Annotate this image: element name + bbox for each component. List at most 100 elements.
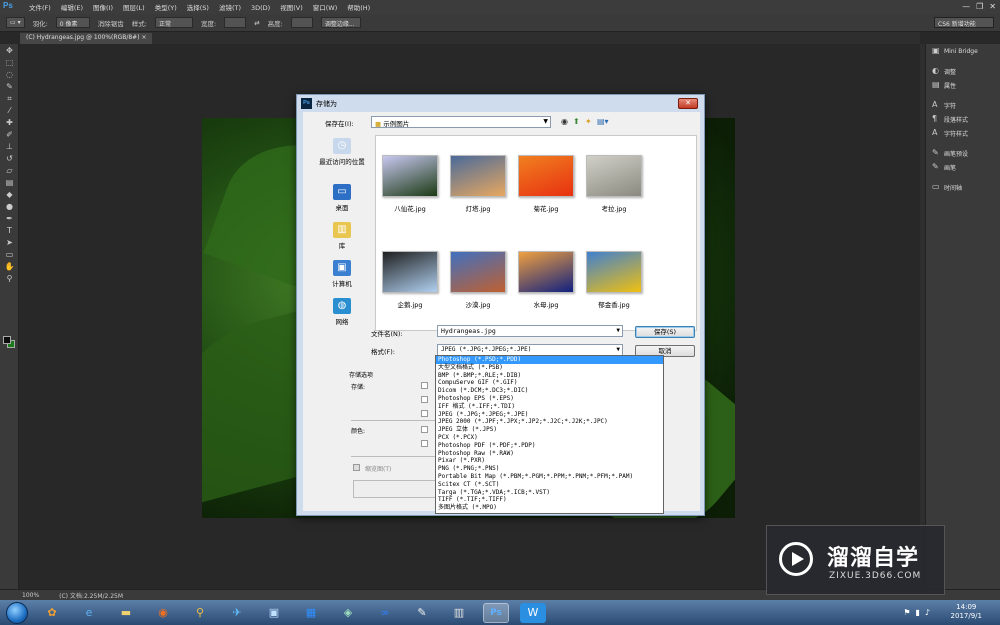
places-item[interactable]: ◍ 网络 xyxy=(311,298,373,326)
format-option[interactable]: CompuServe GIF (*.GIF) xyxy=(436,379,663,387)
menu-item[interactable]: 编辑(E) xyxy=(61,4,83,12)
file-thumbnail[interactable]: 菊花.jpg xyxy=(516,155,576,213)
new-folder-icon[interactable]: ✦ xyxy=(585,117,592,126)
hand-tool-icon[interactable]: ✋ xyxy=(2,261,17,272)
panel-item[interactable]: ✎ 画笔 xyxy=(926,160,1000,174)
zoom-tool-icon[interactable]: ⚲ xyxy=(2,273,17,284)
taskbar-clock[interactable]: 14:09 2017/9/1 xyxy=(951,603,982,621)
minimize-button[interactable]: — xyxy=(962,2,970,11)
move-tool-icon[interactable]: ✥ xyxy=(2,45,17,56)
places-item[interactable]: ▣ 计算机 xyxy=(311,260,373,288)
format-option[interactable]: Photoshop PDF (*.PDF;*.PDP) xyxy=(436,442,663,450)
places-item[interactable]: ▥ 库 xyxy=(311,222,373,250)
eraser-tool-icon[interactable]: ▱ xyxy=(2,165,17,176)
dodge-tool-icon[interactable]: ● xyxy=(2,201,17,212)
format-option[interactable]: TIFF (*.TIF;*.TIFF) xyxy=(436,496,663,504)
marquee-tool-icon[interactable]: ⬚ xyxy=(2,57,17,68)
file-thumbnail[interactable]: 八仙花.jpg xyxy=(380,155,440,213)
store-checkbox-1[interactable] xyxy=(421,382,428,389)
color-checkbox-2[interactable] xyxy=(421,440,428,447)
format-option[interactable]: Scitex CT (*.SCT) xyxy=(436,481,663,489)
format-option[interactable]: JPEG 立体 (*.JPS) xyxy=(436,426,663,434)
panel-item[interactable]: A 字符样式 xyxy=(926,126,1000,140)
clone-stamp-icon[interactable]: ⊥ xyxy=(2,141,17,152)
gradient-tool-icon[interactable]: ▤ xyxy=(2,177,17,188)
taskbar-explorer-icon[interactable]: ▬ xyxy=(113,603,139,623)
format-option[interactable]: BMP (*.BMP;*.RLE;*.DIB) xyxy=(436,372,663,380)
close-button[interactable]: ✕ xyxy=(989,2,996,11)
thumbnail-checkbox[interactable] xyxy=(353,464,360,471)
store-checkbox-3[interactable] xyxy=(421,410,428,417)
file-thumbnail[interactable]: 企鹅.jpg xyxy=(380,251,440,309)
places-item[interactable]: ◷ 最近访问的位置 xyxy=(311,138,373,166)
format-option[interactable]: PCX (*.PCX) xyxy=(436,434,663,442)
taskbar-baidu-icon[interactable]: ∞ xyxy=(372,603,398,623)
menu-item[interactable]: 文件(F) xyxy=(29,4,51,12)
style-select[interactable]: 正常 xyxy=(155,17,193,28)
taskbar-bird-icon[interactable]: ✈ xyxy=(224,603,250,623)
pen-tool-icon[interactable]: ✒ xyxy=(2,213,17,224)
restore-button[interactable]: ❐ xyxy=(976,2,983,11)
format-option[interactable]: Targa (*.TGA;*.VDA;*.ICB;*.VST) xyxy=(436,489,663,497)
taskbar-photoshop-icon[interactable]: Ps xyxy=(483,602,509,623)
blur-tool-icon[interactable]: ◆ xyxy=(2,189,17,200)
panel-item[interactable]: ▤ 属性 xyxy=(926,78,1000,92)
dialog-close-button[interactable]: ✕ xyxy=(678,98,698,109)
menu-item[interactable]: 窗口(W) xyxy=(313,4,338,12)
format-option[interactable]: Pixar (*.PXR) xyxy=(436,457,663,465)
up-folder-icon[interactable]: ⬆ xyxy=(573,117,580,126)
format-option[interactable]: PNG (*.PNG;*.PNS) xyxy=(436,465,663,473)
tray-volume-icon[interactable]: ♪ xyxy=(925,608,930,617)
format-option[interactable]: 多图片格式 (*.MPO) xyxy=(436,504,663,512)
format-option[interactable]: JPEG 2000 (*.JPF;*.JPX;*.JP2;*.J2C;*.J2K… xyxy=(436,418,663,426)
taskbar-paint-icon[interactable]: ✎ xyxy=(409,603,435,623)
menu-item[interactable]: 类型(Y) xyxy=(155,4,177,12)
back-icon[interactable]: ◉ xyxy=(561,117,568,126)
format-option[interactable]: Portable Bit Map (*.PBM;*.PGM;*.PPM;*.PN… xyxy=(436,473,663,481)
taskbar-app-icon[interactable]: ✿ xyxy=(39,603,65,623)
color-checkbox-1[interactable] xyxy=(421,426,428,433)
antialias-checkbox[interactable]: 消除锯齿 xyxy=(98,18,124,28)
foreground-color-swatch[interactable] xyxy=(3,336,11,344)
filename-input[interactable]: Hydrangeas.jpg ▼ xyxy=(437,325,623,337)
healing-brush-icon[interactable]: ✚ xyxy=(2,117,17,128)
taskbar-calc-icon[interactable]: ▥ xyxy=(446,603,472,623)
document-tab[interactable]: (C) Hydrangeas.jpg @ 100%(RGB/8#) × xyxy=(20,33,153,44)
type-tool-icon[interactable]: T xyxy=(2,225,17,236)
dialog-titlebar[interactable]: Ps 存储为 xyxy=(297,95,704,112)
marquee-tool-preset-icon[interactable]: ▭ ▾ xyxy=(6,17,25,28)
panel-item[interactable]: ◐ 调整 xyxy=(926,64,1000,78)
shape-tool-icon[interactable]: ▭ xyxy=(2,249,17,260)
tray-flag-icon[interactable]: ⚑ xyxy=(903,608,910,617)
store-checkbox-2[interactable] xyxy=(421,396,428,403)
tray-network-icon[interactable]: ▮ xyxy=(915,608,919,617)
save-in-select[interactable]: ■ 示例图片 ▼ xyxy=(371,116,551,128)
lasso-tool-icon[interactable]: ◌ xyxy=(2,69,17,80)
taskbar-firefox-icon[interactable]: ◉ xyxy=(150,603,176,623)
menu-item[interactable]: 滤镜(T) xyxy=(219,4,241,12)
taskbar-tool-icon[interactable]: ◈ xyxy=(335,603,361,623)
start-button[interactable] xyxy=(6,601,28,624)
view-menu-icon[interactable]: ▤▾ xyxy=(597,117,609,126)
file-thumbnail[interactable]: 灯塔.jpg xyxy=(448,155,508,213)
format-option[interactable]: Photoshop EPS (*.EPS) xyxy=(436,395,663,403)
eyedropper-tool-icon[interactable]: ⁄ xyxy=(2,105,17,116)
taskbar-ie-icon[interactable]: e xyxy=(76,603,102,623)
swap-icon[interactable]: ⇄ xyxy=(254,19,259,27)
panel-item[interactable]: A 字符 xyxy=(926,98,1000,112)
crop-tool-icon[interactable]: ⌗ xyxy=(2,93,17,104)
file-list-view[interactable]: 八仙花.jpg 灯塔.jpg 菊花.jpg 考拉.jpg 企鹅.jpg 沙漠.jpg 水母.… xyxy=(375,135,697,331)
refine-edge-button[interactable]: 调整边缘... xyxy=(320,17,361,28)
brush-tool-icon[interactable]: ✐ xyxy=(2,129,17,140)
taskbar-app2-icon[interactable]: W xyxy=(520,602,546,623)
menu-item[interactable]: 帮助(H) xyxy=(347,4,370,12)
zoom-level[interactable]: 100% xyxy=(22,592,39,599)
file-thumbnail[interactable]: 水母.jpg xyxy=(516,251,576,309)
panel-item[interactable]: ▣ Mini Bridge xyxy=(926,44,1000,58)
format-option[interactable]: Dicom (*.DCM;*.DC3;*.DIC) xyxy=(436,387,663,395)
format-option[interactable]: Photoshop (*.PSD;*.PDD) xyxy=(436,356,663,364)
taskbar-search-icon[interactable]: ⚲ xyxy=(187,603,213,623)
panel-item[interactable]: ¶ 段落样式 xyxy=(926,112,1000,126)
history-brush-icon[interactable]: ↺ xyxy=(2,153,17,164)
format-option[interactable]: Photoshop Raw (*.RAW) xyxy=(436,450,663,458)
